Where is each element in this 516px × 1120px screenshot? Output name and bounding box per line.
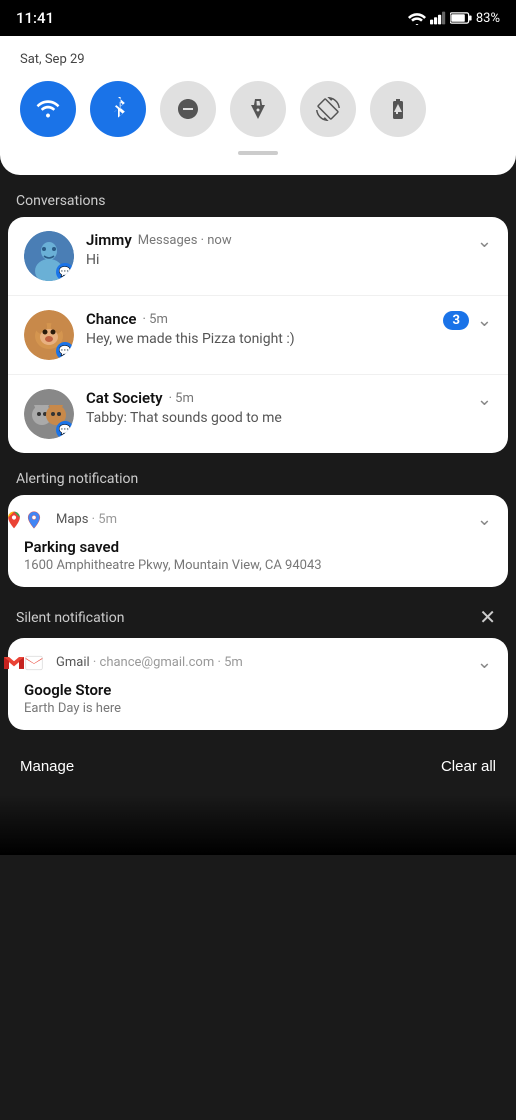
qs-flashlight-toggle[interactable] bbox=[230, 81, 286, 137]
jimmy-actions: ⌄ bbox=[477, 231, 492, 252]
cat-society-content: Cat Society · 5m Tabby: That sounds good… bbox=[86, 389, 469, 426]
quick-settings-panel: Sat, Sep 29 bbox=[0, 36, 516, 175]
cat-society-avatar: 💬 bbox=[24, 389, 74, 439]
qs-toggles bbox=[20, 81, 496, 137]
conversation-cat-society[interactable]: 💬 Cat Society · 5m Tabby: That sounds go… bbox=[8, 375, 508, 453]
chance-avatar: 💬 bbox=[24, 310, 74, 360]
manage-button[interactable]: Manage bbox=[20, 758, 74, 775]
chance-header: Chance · 5m bbox=[86, 310, 435, 328]
chance-badge: 3 bbox=[443, 311, 468, 330]
chance-content: Chance · 5m Hey, we made this Pizza toni… bbox=[86, 310, 435, 347]
silent-section-header: Silent notification ✕ bbox=[0, 595, 516, 638]
status-icons: 83% bbox=[408, 11, 500, 26]
cat-society-message: Tabby: That sounds good to me bbox=[86, 410, 469, 426]
cat-society-expand-button[interactable]: ⌄ bbox=[477, 389, 492, 410]
alerting-notification-card: Maps · 5m ⌄ Parking saved 1600 Amphithea… bbox=[8, 495, 508, 587]
jimmy-avatar: 💬 bbox=[24, 231, 74, 281]
maps-pin-icon bbox=[4, 510, 24, 530]
qs-dnd-toggle[interactable] bbox=[160, 81, 216, 137]
cat-society-name: Cat Society bbox=[86, 389, 163, 407]
jimmy-header: Jimmy Messages · now bbox=[86, 231, 469, 249]
clear-all-button[interactable]: Clear all bbox=[441, 758, 496, 775]
alerting-section-header: Alerting notification bbox=[0, 461, 516, 495]
status-time: 11:41 bbox=[16, 9, 54, 27]
conversations-card: 💬 Jimmy Messages · now Hi ⌄ bbox=[8, 217, 508, 453]
signal-icon bbox=[430, 11, 446, 25]
silent-header: Gmail · chance@gmail.com · 5m ⌄ bbox=[24, 652, 492, 673]
alerting-body: 1600 Amphitheatre Pkwy, Mountain View, C… bbox=[24, 558, 492, 573]
cat-society-header: Cat Society · 5m bbox=[86, 389, 469, 407]
silent-section-title: Silent notification bbox=[16, 610, 124, 626]
chance-messages-icon: 💬 bbox=[56, 342, 74, 360]
silent-body: Earth Day is here bbox=[24, 701, 492, 716]
alerting-app-label: Maps · 5m bbox=[56, 512, 469, 527]
conversation-chance[interactable]: 💬 Chance · 5m Hey, we made this Pizza to… bbox=[8, 296, 508, 375]
qs-rotate-toggle[interactable] bbox=[300, 81, 356, 137]
silent-section-close-button[interactable]: ✕ bbox=[475, 605, 500, 630]
alerting-title: Parking saved bbox=[24, 538, 492, 556]
qs-wifi-toggle[interactable] bbox=[20, 81, 76, 137]
battery-percentage: 83% bbox=[476, 11, 500, 26]
conversations-section-header: Conversations bbox=[0, 183, 516, 217]
qs-date: Sat, Sep 29 bbox=[20, 52, 496, 67]
silent-notification-card: Gmail · chance@gmail.com · 5m ⌄ Google S… bbox=[8, 638, 508, 730]
qs-bluetooth-toggle[interactable] bbox=[90, 81, 146, 137]
cat-society-meta: · 5m bbox=[169, 391, 194, 406]
cat-society-messages-icon: 💬 bbox=[56, 421, 74, 439]
jimmy-content: Jimmy Messages · now Hi bbox=[86, 231, 469, 268]
jimmy-expand-button[interactable]: ⌄ bbox=[477, 231, 492, 252]
status-bar: 11:41 83% bbox=[0, 0, 516, 36]
jimmy-name: Jimmy bbox=[86, 231, 132, 249]
gmail-icon bbox=[24, 653, 44, 673]
jimmy-meta: Messages · now bbox=[138, 233, 232, 248]
jimmy-message: Hi bbox=[86, 252, 469, 268]
silent-expand-button[interactable]: ⌄ bbox=[477, 652, 492, 673]
messages-app-icon: 💬 bbox=[56, 263, 74, 281]
silent-app-meta: Gmail · chance@gmail.com · 5m bbox=[56, 655, 469, 670]
chance-message: Hey, we made this Pizza tonight :) bbox=[86, 331, 435, 347]
chance-actions: 3 ⌄ bbox=[443, 310, 492, 331]
chance-expand-button[interactable]: ⌄ bbox=[477, 310, 492, 331]
alerting-header: Maps · 5m ⌄ bbox=[24, 509, 492, 530]
wifi-signal-icon bbox=[408, 11, 426, 25]
alerting-expand-button[interactable]: ⌄ bbox=[477, 509, 492, 530]
chance-meta: · 5m bbox=[143, 312, 168, 327]
conversation-jimmy[interactable]: 💬 Jimmy Messages · now Hi ⌄ bbox=[8, 217, 508, 296]
battery-icon bbox=[450, 12, 472, 24]
cat-society-actions: ⌄ bbox=[477, 389, 492, 410]
dark-bottom-area bbox=[0, 795, 516, 855]
bottom-bar: Manage Clear all bbox=[0, 738, 516, 795]
qs-battery-saver-toggle[interactable] bbox=[370, 81, 426, 137]
chance-name: Chance bbox=[86, 310, 137, 328]
qs-handle bbox=[238, 151, 278, 155]
silent-title: Google Store bbox=[24, 681, 492, 699]
gmail-m-icon bbox=[4, 655, 24, 671]
maps-icon bbox=[24, 510, 44, 530]
